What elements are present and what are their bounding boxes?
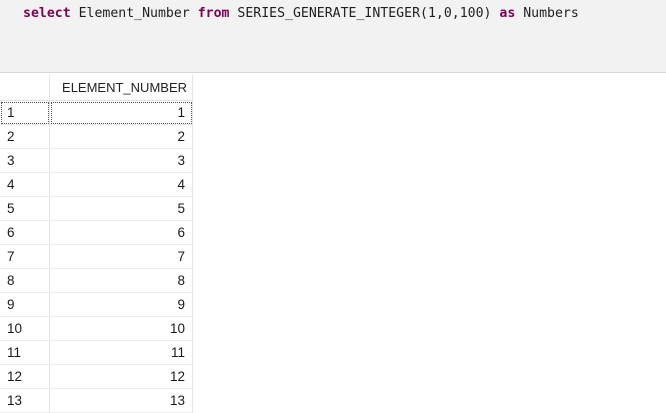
row-number-cell[interactable]: 12 <box>0 365 50 389</box>
row-number-cell[interactable]: 4 <box>0 173 50 197</box>
sql-keyword: as <box>499 6 516 21</box>
row-number-cell[interactable]: 1 <box>0 101 50 125</box>
element-number-cell[interactable]: 12 <box>50 365 193 389</box>
row-number-cell[interactable]: 9 <box>0 293 50 317</box>
element-number-cell[interactable]: 5 <box>50 197 193 221</box>
element-number-cell[interactable]: 2 <box>50 125 193 149</box>
row-number-cell[interactable]: 5 <box>0 197 50 221</box>
row-number-cell[interactable]: 11 <box>0 341 50 365</box>
sql-keyword: from <box>197 6 230 21</box>
element-number-cell[interactable]: 10 <box>50 317 193 341</box>
result-grid-header: ELEMENT_NUMBER <box>0 74 666 101</box>
row-number-cell[interactable]: 10 <box>0 317 50 341</box>
sql-text: Element_Number <box>70 6 198 21</box>
table-row[interactable]: 12 12 <box>0 365 666 389</box>
grid-corner-cell[interactable] <box>0 74 50 101</box>
sql-text: Numbers <box>515 6 579 21</box>
column-header-element-number[interactable]: ELEMENT_NUMBER <box>50 74 193 101</box>
table-row[interactable]: 11 <box>0 101 666 125</box>
element-number-cell[interactable]: 13 <box>50 389 193 413</box>
sql-keyword: select <box>23 6 71 21</box>
element-number-cell[interactable]: 3 <box>50 149 193 173</box>
element-number-cell[interactable]: 1 <box>50 101 193 125</box>
element-number-cell[interactable]: 9 <box>50 293 193 317</box>
table-row[interactable]: 13 13 <box>0 389 666 413</box>
element-number-cell[interactable]: 4 <box>50 173 193 197</box>
result-grid-rows: 1 1 2 2 3 3 4 4 5 5 6 6 7 7 8 8 9 9 10 10 11 11 12 12 13 13 <box>0 101 666 413</box>
sql-query-line[interactable]: select Element_Number from SERIES_GENERA… <box>23 5 579 23</box>
table-row[interactable]: 33 <box>0 149 666 173</box>
row-number-cell[interactable]: 6 <box>0 221 50 245</box>
row-number-cell[interactable]: 3 <box>0 149 50 173</box>
sql-editor[interactable]: select Element_Number from SERIES_GENERA… <box>0 0 666 73</box>
table-row[interactable]: 22 <box>0 125 666 149</box>
table-row[interactable]: 44 <box>0 173 666 197</box>
result-grid[interactable]: ELEMENT_NUMBER 1 1 2 2 3 3 4 4 5 5 6 6 7 7 8 8 9 9 10 10 11 1… <box>0 74 666 413</box>
sql-text: SERIES_GENERATE_INTEGER(1,0,100) <box>229 6 500 21</box>
table-row[interactable]: 77 <box>0 245 666 269</box>
element-number-cell[interactable]: 11 <box>50 341 193 365</box>
table-row[interactable]: 11 11 <box>0 341 666 365</box>
table-row[interactable]: 55 <box>0 197 666 221</box>
table-row[interactable]: 10 10 <box>0 317 666 341</box>
table-row[interactable]: 66 <box>0 221 666 245</box>
row-number-cell[interactable]: 7 <box>0 245 50 269</box>
table-row[interactable]: 99 <box>0 293 666 317</box>
table-row[interactable]: 88 <box>0 269 666 293</box>
row-number-cell[interactable]: 8 <box>0 269 50 293</box>
element-number-cell[interactable]: 7 <box>50 245 193 269</box>
element-number-cell[interactable]: 8 <box>50 269 193 293</box>
row-number-cell[interactable]: 13 <box>0 389 50 413</box>
row-number-cell[interactable]: 2 <box>0 125 50 149</box>
element-number-cell[interactable]: 6 <box>50 221 193 245</box>
